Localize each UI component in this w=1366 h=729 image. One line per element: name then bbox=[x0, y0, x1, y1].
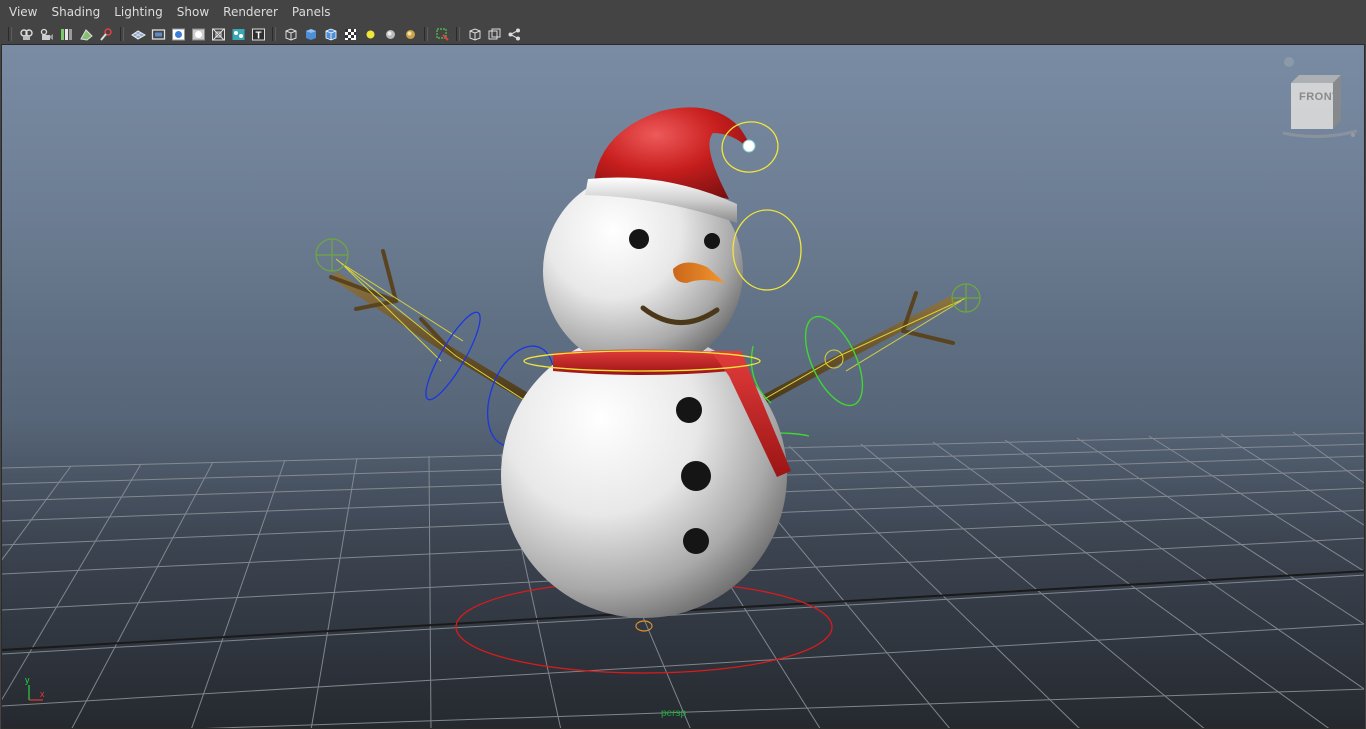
toolbar-separator bbox=[456, 27, 460, 41]
menu-view[interactable]: View bbox=[2, 0, 44, 24]
toolbar-separator bbox=[424, 27, 428, 41]
right-eye bbox=[704, 233, 720, 249]
left-arm-stick[interactable] bbox=[329, 249, 546, 411]
xray-components-icon[interactable] bbox=[506, 26, 523, 43]
body-button-bottom bbox=[683, 528, 709, 554]
use-all-lights-icon[interactable] bbox=[362, 26, 379, 43]
wireframe-on-shaded-icon[interactable] bbox=[322, 26, 339, 43]
svg-text:T: T bbox=[255, 30, 261, 41]
panel-toolbar: T bbox=[0, 24, 1366, 44]
menu-lighting[interactable]: Lighting bbox=[107, 0, 170, 24]
scene-canvas bbox=[2, 107, 1364, 728]
camera-attributes-icon[interactable] bbox=[38, 26, 55, 43]
safe-title-icon[interactable]: T bbox=[250, 26, 267, 43]
smooth-shade-icon[interactable] bbox=[302, 26, 319, 43]
gate-mask-icon[interactable] bbox=[190, 26, 207, 43]
menu-shading[interactable]: Shading bbox=[44, 0, 107, 24]
panel-menubar: View Shading Lighting Show Renderer Pane… bbox=[0, 0, 1366, 24]
viewcube-face-label[interactable]: FRONT bbox=[1299, 91, 1339, 103]
xray-icon[interactable] bbox=[466, 26, 483, 43]
xray-joints-icon[interactable] bbox=[486, 26, 503, 43]
grid-icon[interactable] bbox=[130, 26, 147, 43]
axis-y-label: y bbox=[25, 675, 30, 685]
select-camera-icon[interactable] bbox=[18, 26, 35, 43]
axis-x-label: x bbox=[40, 689, 45, 699]
head-control-curve[interactable] bbox=[732, 209, 802, 291]
menu-renderer[interactable]: Renderer bbox=[216, 0, 285, 24]
toolbar-separator bbox=[272, 27, 276, 41]
isolate-select-icon[interactable] bbox=[434, 26, 451, 43]
toolbar-separator bbox=[120, 27, 124, 41]
toolbar-separator bbox=[8, 27, 12, 41]
root-pivot bbox=[635, 620, 653, 632]
ambient-occlusion-icon[interactable] bbox=[402, 26, 419, 43]
bookmarks-icon[interactable] bbox=[58, 26, 75, 43]
film-gate-icon[interactable] bbox=[150, 26, 167, 43]
left-hand-ik-control[interactable] bbox=[315, 238, 349, 272]
image-plane-icon[interactable] bbox=[78, 26, 95, 43]
field-chart-icon[interactable] bbox=[210, 26, 227, 43]
safe-action-icon[interactable] bbox=[230, 26, 247, 43]
resolution-gate-icon[interactable] bbox=[170, 26, 187, 43]
maya-viewport-panel: View Shading Lighting Show Renderer Pane… bbox=[0, 0, 1366, 729]
wireframe-icon[interactable] bbox=[282, 26, 299, 43]
textured-icon[interactable] bbox=[342, 26, 359, 43]
camera-name-label: persp bbox=[661, 708, 687, 719]
body-button-middle bbox=[681, 461, 711, 491]
menu-show[interactable]: Show bbox=[170, 0, 216, 24]
body-button-top bbox=[676, 397, 702, 423]
hat-pompom bbox=[742, 139, 756, 153]
two-d-pan-zoom-icon[interactable] bbox=[98, 26, 115, 43]
right-hand-ik-control[interactable] bbox=[951, 283, 981, 313]
perspective-viewport[interactable]: FRONT y x persp bbox=[1, 44, 1365, 729]
menu-panels[interactable]: Panels bbox=[285, 0, 338, 24]
shadows-icon[interactable] bbox=[382, 26, 399, 43]
left-eye bbox=[629, 229, 649, 249]
